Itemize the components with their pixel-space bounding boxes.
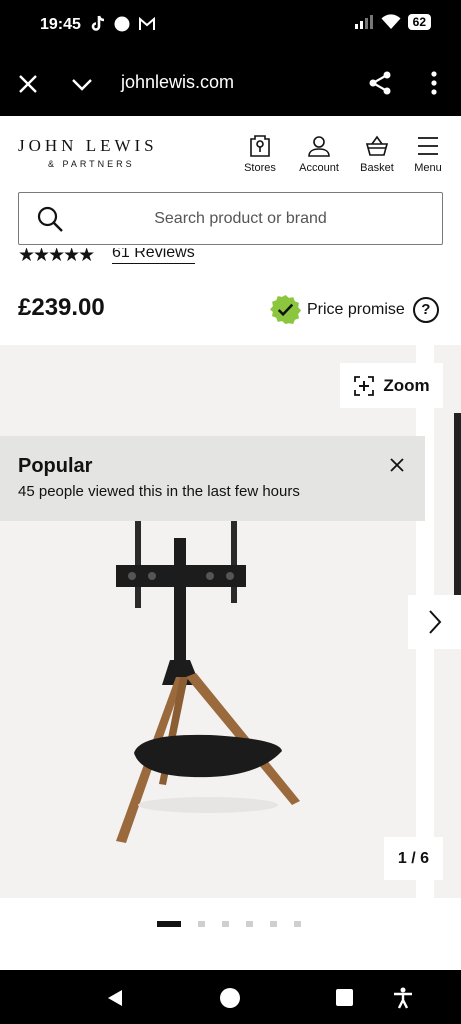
account-icon (308, 136, 330, 157)
dot-icon (114, 16, 130, 32)
tv-stand-image[interactable] (100, 505, 310, 845)
nav-account[interactable]: Account (292, 134, 346, 174)
reviews-link[interactable]: 61 Reviews (112, 248, 195, 264)
nav-stores-label: Stores (244, 162, 276, 174)
search-placeholder: Search product or brand (154, 210, 327, 227)
search-input[interactable]: Search product or brand (18, 192, 443, 245)
accessibility-icon[interactable] (392, 987, 414, 1009)
zoom-label: Zoom (383, 375, 430, 395)
system-status-icons: 62 (354, 14, 431, 30)
tiktok-icon (91, 15, 105, 31)
pagination-dot-active[interactable] (157, 921, 181, 927)
nav-account-label: Account (299, 162, 339, 174)
price-promise-label: Price promise (307, 300, 405, 318)
share-icon[interactable] (368, 70, 392, 96)
home-icon[interactable] (219, 987, 241, 1009)
site-header: JOHN LEWIS & PARTNERS Stores Account Bas… (0, 116, 461, 190)
status-time: 19:45 (40, 16, 81, 33)
pagination-dot[interactable] (222, 921, 229, 927)
popular-text: 45 people viewed this in the last few ho… (18, 483, 300, 500)
pagination-dot[interactable] (198, 921, 205, 927)
chevron-down-icon[interactable] (70, 72, 94, 96)
notification-icons (90, 15, 156, 33)
nav-basket-label: Basket (360, 162, 394, 174)
more-options-icon[interactable] (424, 70, 444, 96)
system-nav-bar (0, 970, 461, 1024)
next-image-peek (454, 413, 461, 623)
rating-row: ★★★★★ 61 Reviews (18, 248, 318, 270)
battery-indicator: 62 (407, 14, 431, 30)
chevron-right-icon (428, 610, 441, 634)
pagination-dot[interactable] (246, 921, 253, 927)
nav-basket[interactable]: Basket (350, 134, 404, 174)
help-icon[interactable]: ? (412, 296, 439, 323)
recents-icon[interactable] (334, 987, 356, 1009)
rating-stars: ★★★★★ (18, 248, 95, 266)
basket-icon (365, 135, 389, 156)
pagination-dot[interactable] (270, 921, 277, 927)
logo-main-text: JOHN LEWIS (18, 136, 158, 155)
next-image-button[interactable] (408, 595, 461, 649)
back-icon[interactable] (104, 987, 126, 1009)
menu-icon (418, 137, 438, 155)
popular-banner: Popular 45 people viewed this in the las… (0, 436, 425, 521)
product-gallery[interactable]: Zoom 1 / 6 (0, 345, 461, 898)
close-icon[interactable] (16, 72, 40, 96)
gmail-icon (139, 17, 155, 30)
nav-menu-label: Menu (414, 162, 442, 174)
image-counter: 1 / 6 (384, 837, 443, 880)
zoom-icon (354, 375, 375, 396)
price-promise[interactable]: Price promise ? (270, 294, 439, 325)
store-icon (250, 135, 270, 157)
product-price: £239.00 (18, 294, 105, 321)
pagination-dot[interactable] (294, 921, 301, 927)
popular-title: Popular (18, 455, 93, 477)
logo-sub-text: & PARTNERS (48, 159, 135, 169)
john-lewis-logo[interactable]: JOHN LEWIS & PARTNERS (18, 136, 158, 169)
gallery-pagination (157, 921, 301, 927)
nav-menu[interactable]: Menu (401, 134, 455, 174)
nav-stores[interactable]: Stores (233, 134, 287, 174)
status-bar: 19:45 62 (0, 0, 461, 56)
url-text[interactable]: johnlewis.com (121, 72, 234, 93)
zoom-button[interactable]: Zoom (340, 363, 443, 408)
browser-toolbar: johnlewis.com (0, 56, 461, 116)
wifi-icon (381, 14, 401, 29)
signal-icon (354, 15, 373, 29)
check-badge-icon (270, 294, 301, 325)
close-icon[interactable] (388, 456, 406, 474)
